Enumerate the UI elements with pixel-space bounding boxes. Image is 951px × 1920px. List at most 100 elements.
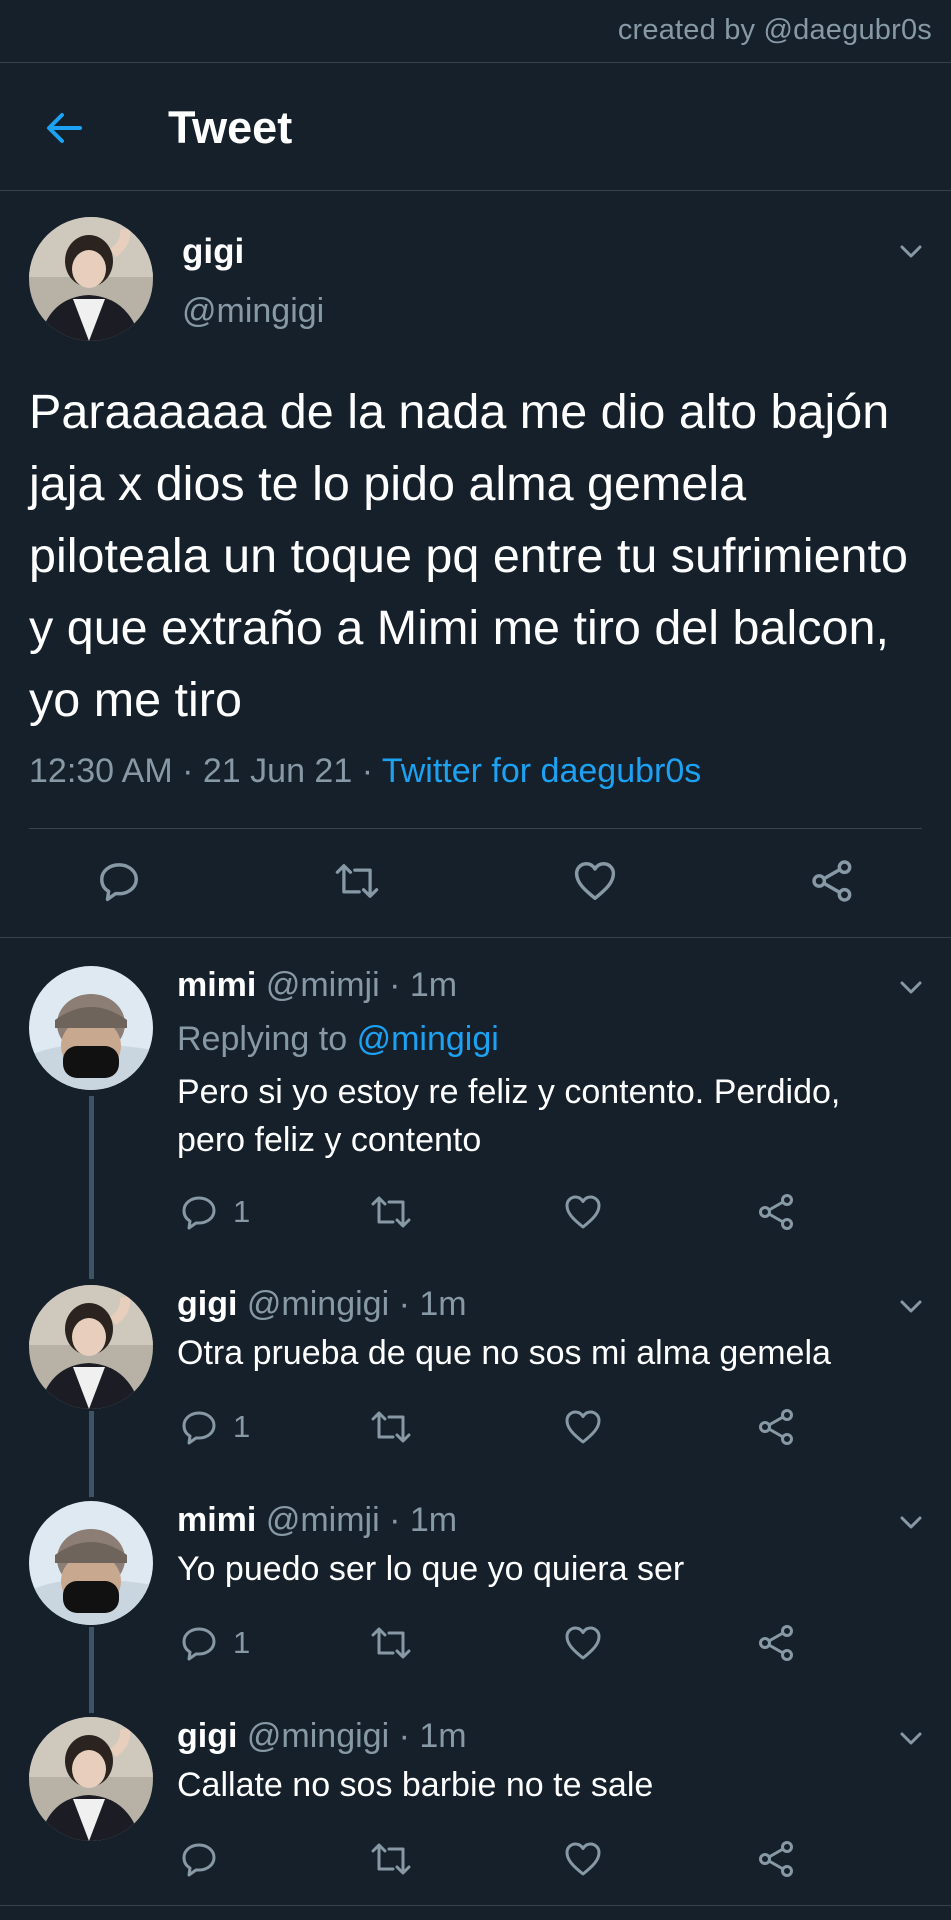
retweet-icon (371, 1843, 411, 1875)
reply-author-handle[interactable]: @mingigi (247, 1285, 389, 1323)
tweet-actions (0, 852, 951, 908)
like-button[interactable] (563, 1192, 603, 1232)
reply-author-name[interactable]: mimi (177, 1501, 256, 1539)
like-button[interactable] (563, 1623, 603, 1663)
reply-header: mimi @mimji · 1m (177, 966, 457, 1005)
reply-button[interactable]: 1 (179, 1623, 250, 1663)
reply-button[interactable] (96, 858, 142, 904)
divider (29, 828, 922, 829)
separator: · (398, 1717, 420, 1755)
retweet-button[interactable] (369, 1192, 413, 1232)
retweet-button[interactable] (333, 858, 381, 904)
retweet-button[interactable] (369, 1407, 413, 1447)
reply-text: Pero si yo estoy re feliz y contento. Pe… (177, 1073, 841, 1159)
chevron-down-icon (900, 981, 922, 994)
retweet-icon (371, 1411, 411, 1443)
author-name[interactable]: gigi (182, 232, 244, 272)
separator: · (361, 752, 382, 790)
reply-tweet: gigi @mingigi · 1m Otra prueba de que no… (0, 1285, 951, 1465)
share-icon (759, 1194, 793, 1230)
separator: · (389, 966, 410, 1004)
heart-icon (565, 1626, 601, 1660)
reply-icon (100, 863, 138, 902)
retweet-button[interactable] (369, 1839, 413, 1879)
share-button[interactable] (757, 1623, 797, 1663)
reply-time: 1m (419, 1285, 467, 1323)
avatar-gigi[interactable] (29, 217, 153, 341)
reply-tweet: mimi @mimji · 1m Replying to @mingigi Pe… (0, 966, 951, 1266)
reply-author-name[interactable]: gigi (177, 1285, 237, 1323)
retweet-button[interactable] (369, 1623, 413, 1663)
heart-icon (565, 1410, 601, 1444)
reply-author-handle[interactable]: @mimji (266, 966, 380, 1004)
reply-button[interactable]: 1 (179, 1407, 250, 1447)
retweet-icon (371, 1196, 411, 1228)
reply-time: 1m (409, 966, 458, 1004)
replying-prefix: Replying to (177, 1020, 348, 1058)
retweet-icon (335, 864, 379, 898)
more-options-button[interactable] (894, 1505, 928, 1539)
reply-count: 1 (233, 1194, 251, 1229)
tweet-text: Paraaaaaa de la nada me dio alto bajón j… (29, 385, 908, 727)
reply-icon (182, 1411, 216, 1445)
chevron-down-icon (900, 1300, 922, 1313)
retweet-icon (371, 1627, 411, 1659)
share-button[interactable] (757, 1192, 797, 1232)
reply-icon (182, 1843, 216, 1877)
reply-time: 1m (409, 1501, 458, 1539)
share-button[interactable] (810, 858, 856, 904)
chevron-down-icon (900, 245, 922, 258)
share-icon (759, 1625, 793, 1661)
reply-author-handle[interactable]: @mimji (266, 1501, 380, 1539)
heart-icon (565, 1195, 601, 1229)
reply-text: Yo puedo ser lo que yo quiera ser (177, 1550, 685, 1588)
back-button[interactable] (36, 100, 92, 156)
divider (0, 1905, 951, 1906)
tweet-source-link[interactable]: Twitter for daegubr0s (382, 752, 701, 790)
reply-icon (182, 1627, 216, 1661)
more-options-button[interactable] (894, 234, 928, 268)
reply-author-name[interactable]: mimi (177, 966, 256, 1004)
reply-text: Otra prueba de que no sos mi alma gemela (177, 1334, 831, 1372)
more-options-button[interactable] (894, 970, 928, 1004)
reply-author-name[interactable]: gigi (177, 1717, 237, 1755)
watermark: created by @daegubr0s (617, 14, 932, 46)
author-handle[interactable]: @mingigi (182, 292, 324, 331)
separator: · (398, 1285, 420, 1323)
share-icon (759, 1841, 793, 1877)
reply-time: 1m (419, 1717, 467, 1755)
more-options-button[interactable] (894, 1289, 928, 1323)
chevron-down-icon (900, 1732, 922, 1745)
like-button[interactable] (563, 1407, 603, 1447)
share-button[interactable] (757, 1839, 797, 1879)
separator: · (389, 1501, 410, 1539)
reply-count: 1 (233, 1409, 251, 1444)
share-icon (759, 1409, 793, 1445)
avatar-gigi[interactable] (29, 1717, 153, 1841)
reply-button[interactable]: 1 (179, 1192, 250, 1232)
reply-tweet: gigi @mingigi · 1m Callate no sos barbie… (0, 1717, 951, 1897)
page-title: Tweet (168, 102, 293, 153)
heart-icon (574, 862, 616, 900)
avatar-gigi[interactable] (29, 1285, 153, 1409)
more-options-button[interactable] (894, 1721, 928, 1755)
reply-icon (182, 1196, 216, 1230)
divider (0, 937, 951, 938)
mention-link[interactable]: @mingigi (357, 1020, 499, 1058)
reply-header: mimi @mimji · 1m (177, 1501, 457, 1540)
reply-header: gigi @mingigi · 1m (177, 1285, 467, 1324)
heart-icon (565, 1842, 601, 1876)
replying-to: Replying to @mingigi (177, 1020, 499, 1059)
reply-header: gigi @mingigi · 1m (177, 1717, 467, 1756)
chevron-down-icon (900, 1516, 922, 1529)
like-button[interactable] (563, 1839, 603, 1879)
share-button[interactable] (757, 1407, 797, 1447)
reply-button[interactable] (179, 1839, 233, 1879)
like-button[interactable] (572, 858, 618, 904)
reply-author-handle[interactable]: @mingigi (247, 1717, 389, 1755)
tweet-time: 12:30 AM (29, 752, 173, 790)
avatar-mimi[interactable] (29, 966, 153, 1090)
share-icon (812, 860, 852, 902)
avatar-mimi[interactable] (29, 1501, 153, 1625)
divider (0, 190, 951, 191)
